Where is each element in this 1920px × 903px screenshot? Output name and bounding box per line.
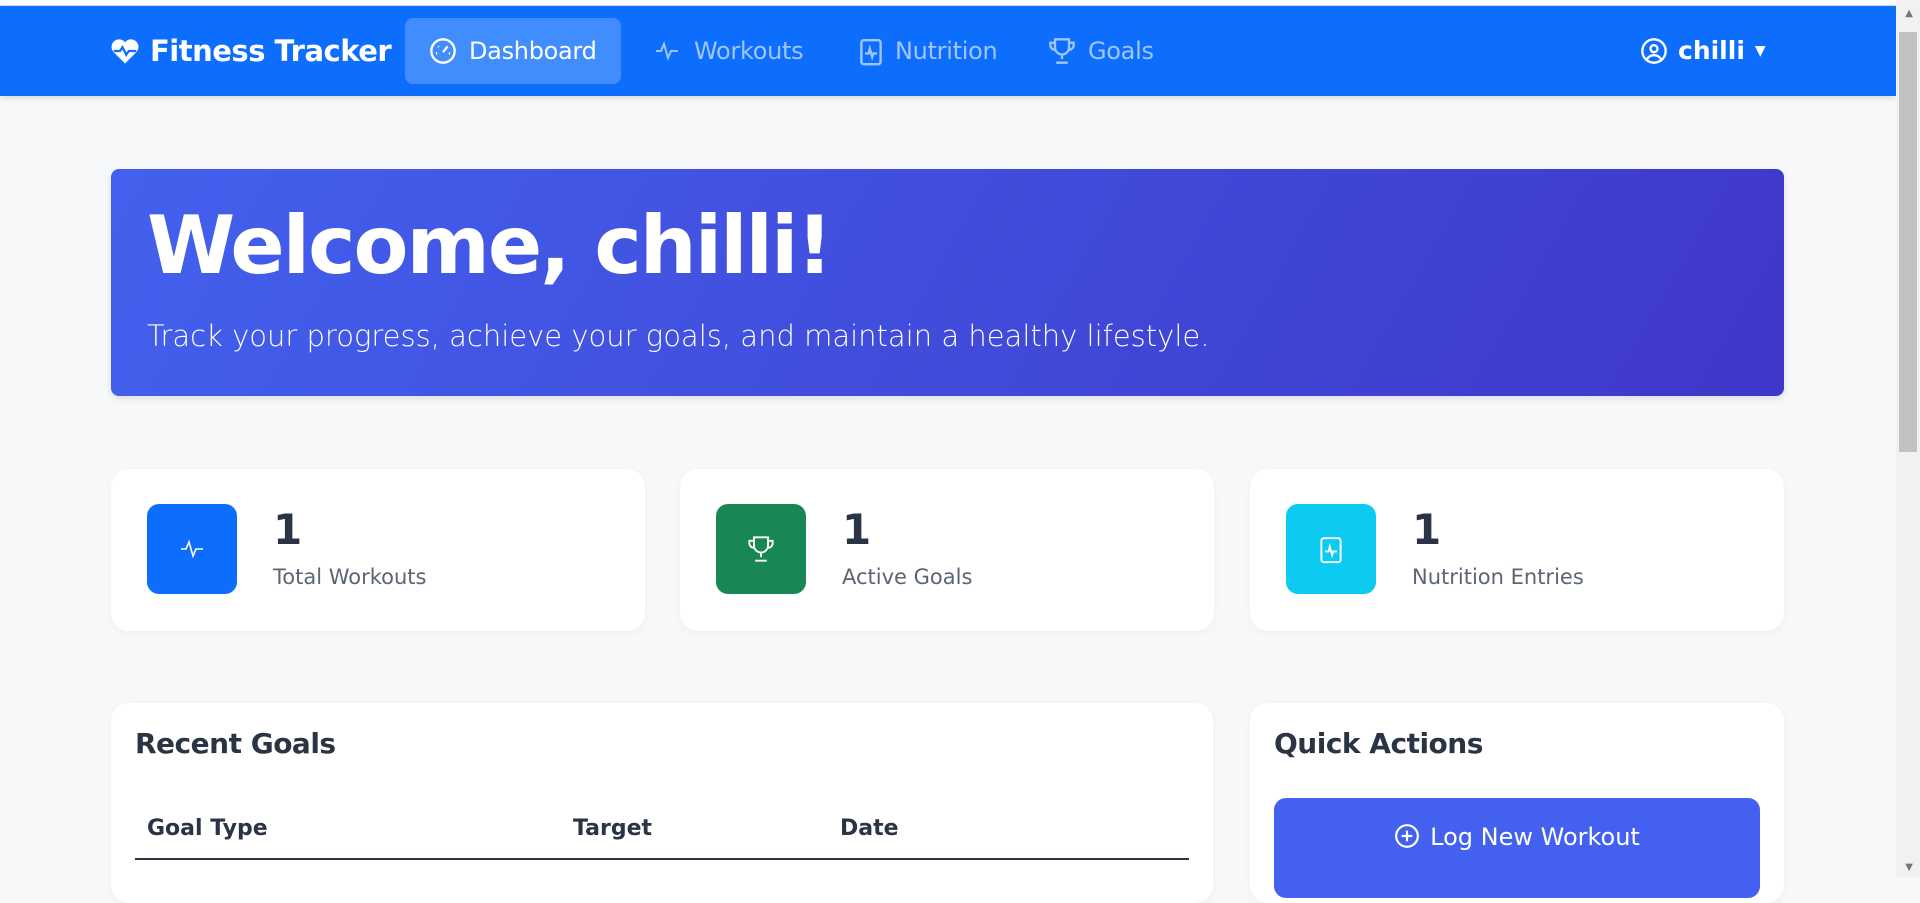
column-header: Date (840, 816, 899, 841)
stat-label: Active Goals (842, 565, 973, 589)
table-header-divider (135, 858, 1189, 860)
trophy-icon (1049, 38, 1075, 64)
speedometer-icon (430, 38, 456, 64)
quick-actions-card: Quick Actions Log New Workout (1250, 703, 1784, 903)
nav-nutrition[interactable]: Nutrition (835, 18, 1021, 84)
nav-label: Workouts (694, 37, 804, 65)
card-title: Quick Actions (1274, 727, 1483, 760)
brand-name: Fitness Tracker (150, 34, 392, 68)
stat-card-workouts: 1 Total Workouts (111, 469, 645, 631)
caret-down-icon: ▼ (1754, 42, 1766, 59)
stat-card-goals: 1 Active Goals (680, 469, 1214, 631)
stat-card-nutrition: 1 Nutrition Entries (1250, 469, 1784, 631)
recent-goals-card: Recent Goals Goal Type Target Date (111, 703, 1213, 903)
button-label: Log New Workout (1430, 823, 1640, 851)
stat-label: Nutrition Entries (1412, 565, 1584, 589)
column-header: Goal Type (147, 816, 268, 841)
user-menu[interactable]: chilli ▼ (1640, 36, 1766, 65)
nav-workouts[interactable]: Workouts (628, 18, 827, 84)
welcome-subtitle: Track your progress, achieve your goals,… (147, 319, 1210, 353)
stat-label: Total Workouts (273, 565, 427, 589)
activity-icon (656, 41, 678, 61)
trophy-icon (716, 504, 806, 594)
user-circle-icon (1641, 37, 1667, 64)
clipboard-pulse-icon (1286, 504, 1376, 594)
nav-label: Nutrition (895, 37, 998, 65)
column-header: Target (573, 816, 653, 841)
card-title: Recent Goals (135, 727, 336, 760)
plus-circle-icon (1395, 824, 1420, 848)
scrollbar[interactable]: ▲ ▼ (1896, 0, 1920, 877)
nav-label: Dashboard (469, 37, 597, 65)
brand-link[interactable]: Fitness Tracker (110, 34, 392, 68)
stat-value: 1 (842, 505, 872, 554)
nav-dashboard[interactable]: Dashboard (405, 18, 621, 84)
log-workout-button[interactable]: Log New Workout (1274, 798, 1760, 898)
stat-value: 1 (1412, 505, 1442, 554)
welcome-title: Welcome, chilli! (147, 199, 833, 292)
welcome-banner: Welcome, chilli! Track your progress, ac… (111, 169, 1784, 396)
activity-icon (147, 504, 237, 594)
stat-value: 1 (273, 505, 303, 554)
nav-label: Goals (1088, 37, 1154, 65)
heart-pulse-icon (111, 39, 139, 64)
clipboard-pulse-icon (860, 39, 882, 66)
navbar: Fitness Tracker Dashboard Workouts Nutri… (0, 6, 1896, 96)
username: chilli (1678, 36, 1745, 65)
nav-goals[interactable]: Goals (1024, 18, 1178, 84)
